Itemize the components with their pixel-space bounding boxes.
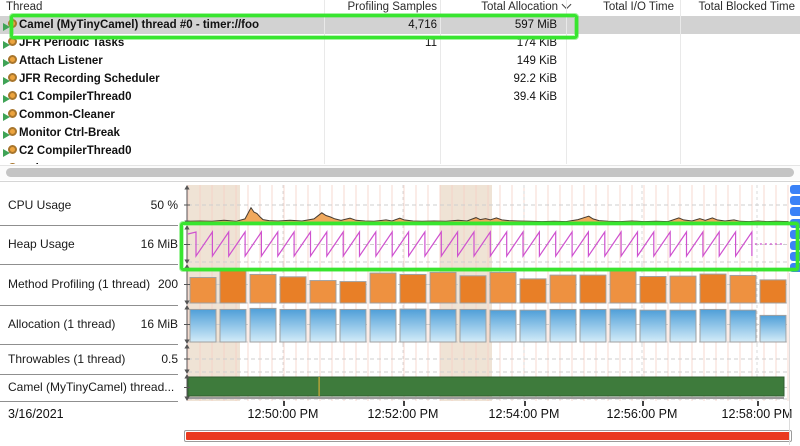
time-ticklabel: 12:56:00 PM (607, 407, 678, 421)
thread-name: Monitor Ctrl-Break (19, 124, 120, 142)
time-ticklabel: 12:50:00 PM (248, 407, 319, 421)
lane-ytick-throwables: 0.5 (100, 344, 178, 374)
thread-circle-icon (8, 73, 17, 82)
thread-icon (3, 91, 18, 104)
profiling-samples-value: 4,716 (250, 16, 437, 34)
thread-icon (3, 163, 18, 164)
thread-icon (3, 73, 18, 86)
lane-ytick-allocation: 16 MiB (100, 305, 178, 344)
jmc-profiler-window: ThreadProfiling SamplesTotal AllocationT… (0, 0, 800, 446)
chart-tool-button[interactable] (790, 230, 800, 239)
thread-circle-icon (8, 91, 17, 100)
thread-circle-icon (8, 145, 17, 154)
camel-thread-chart[interactable] (184, 374, 790, 401)
time-tickmark (403, 401, 405, 406)
thread-icon (3, 37, 18, 50)
thread-icon (3, 55, 18, 68)
thread-icon (3, 127, 18, 140)
thread-circle-icon (8, 19, 17, 28)
thread-icon (3, 145, 18, 158)
lane-label-cpu-usage: CPU Usage (8, 185, 71, 225)
chart-tool-button[interactable] (790, 207, 800, 216)
thread-name: main (19, 160, 46, 164)
lane-label-camel-thread: Camel (MyTinyCamel) thread... (8, 374, 174, 401)
thread-name: C1 CompilerThread0 (19, 88, 131, 106)
thread-name: Common-Cleaner (19, 106, 115, 124)
chart-tool-button[interactable] (790, 196, 800, 205)
time-ticklabel: 12:52:00 PM (368, 407, 439, 421)
thread-circle-icon (8, 37, 17, 46)
cpu-usage-chart[interactable] (184, 185, 790, 225)
chart-tool-button[interactable] (790, 263, 800, 272)
chart-tool-button[interactable] (790, 219, 800, 228)
chart-tool-button[interactable] (790, 252, 800, 261)
scrollbar-thumb[interactable] (6, 168, 794, 177)
throwables-chart[interactable] (184, 344, 790, 374)
time-axis: 3/16/2021 12:50:00 PM 12:52:00 PM 12:54:00… (0, 401, 800, 430)
time-tickmark (283, 401, 285, 406)
lane-label-heap-usage: Heap Usage (8, 225, 75, 264)
allocation-chart[interactable] (184, 305, 790, 344)
time-ticklabel: 12:58:00 PM (722, 407, 793, 421)
timeline-panel: CPU Usage50 %Heap Usage16 MiBMethod Prof… (0, 181, 800, 446)
thread-icon (3, 19, 18, 32)
time-ticklabel: 12:54:00 PM (489, 407, 560, 421)
thread-circle-icon (8, 127, 17, 136)
range-selection[interactable] (186, 432, 790, 440)
thread-circle-icon (8, 55, 17, 64)
thread-name: C2 CompilerThread0 (19, 142, 131, 160)
timeline-range-scrollbar[interactable] (184, 430, 792, 442)
heap-usage-chart[interactable] (184, 225, 790, 264)
thread-circle-icon (8, 163, 17, 164)
profiling-samples-value: 11 (250, 34, 437, 52)
lane-ytick-heap-usage: 16 MiB (100, 225, 178, 264)
thread-name: JFR Recording Scheduler (19, 70, 160, 88)
method-profiling-chart[interactable] (184, 264, 790, 305)
lane-ytick-method-profiling: 200 (100, 264, 178, 305)
time-tickmark (757, 401, 759, 406)
thread-name: Attach Listener (19, 52, 103, 70)
chart-tool-button[interactable] (790, 185, 800, 194)
time-tickmark (642, 401, 644, 406)
chart-tool-button[interactable] (790, 241, 800, 250)
date-label: 3/16/2021 (8, 407, 64, 421)
thread-circle-icon (8, 109, 17, 118)
thread-name: Camel (MyTinyCamel) thread #0 - timer://… (19, 16, 259, 34)
table-horizontal-scrollbar[interactable] (0, 165, 800, 180)
thread-table: ThreadProfiling SamplesTotal AllocationT… (0, 0, 800, 181)
time-tickmark (524, 401, 526, 406)
right-rail-divider (789, 273, 790, 445)
thread-name: JFR Periodic Tasks (19, 34, 124, 52)
thread-icon (3, 109, 18, 122)
lane-ytick-cpu-usage: 50 % (100, 185, 178, 225)
